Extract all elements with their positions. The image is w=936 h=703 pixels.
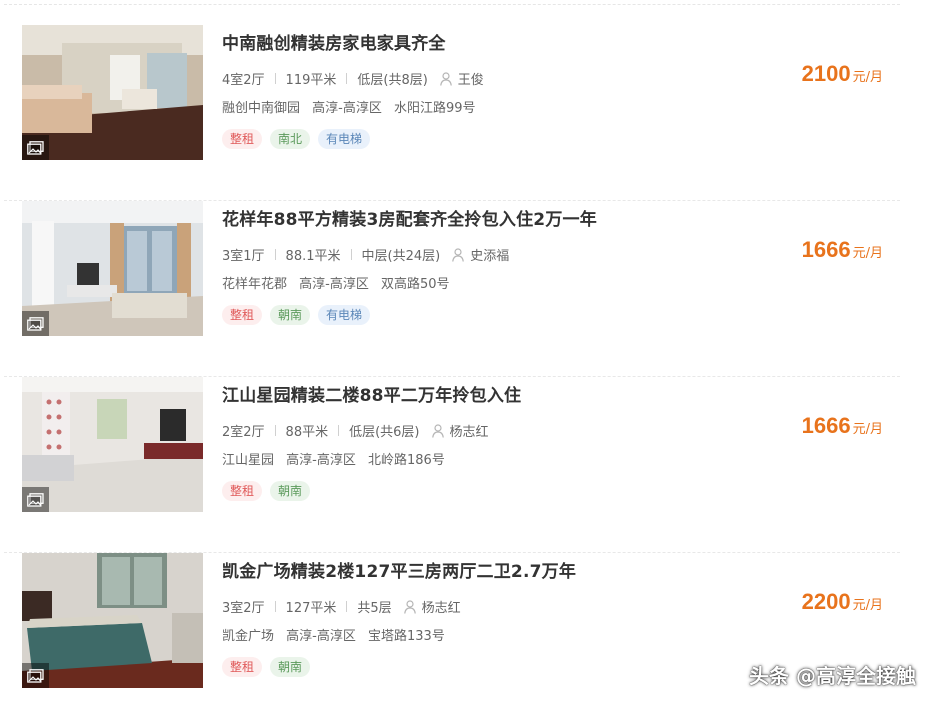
listing-price: 2100 元/月 — [802, 61, 883, 87]
tag-elevator: 有电梯 — [318, 305, 371, 325]
meta-divider — [274, 425, 276, 436]
floor-area: 119平米 — [285, 73, 337, 88]
tag-orientation: 朝南 — [270, 305, 311, 325]
top-divider — [4, 4, 900, 6]
listing-item: 花样年88平方精装3房配套齐全拎包入住2万一年 3室1厅 88.1平米 中层(共… — [0, 201, 905, 377]
price-unit: 元/月 — [852, 422, 883, 437]
price-value: 1666 — [801, 237, 851, 262]
listing-address: 融创中南御园 高淳-高淳区 水阳江路99号 — [222, 97, 484, 116]
agent-name[interactable]: 史添福 — [470, 245, 509, 264]
tag-orientation: 朝南 — [270, 657, 311, 677]
listing-address: 凯金广场 高淳-高淳区 宝塔路133号 — [222, 625, 453, 644]
living-room-photo — [22, 25, 203, 160]
image-gallery-icon[interactable] — [22, 663, 49, 688]
listing-photo[interactable] — [22, 201, 203, 336]
listing-tags: 整租 朝南 — [222, 657, 311, 677]
meta-divider — [350, 249, 352, 260]
meta-divider — [274, 601, 276, 612]
agent-name[interactable]: 王俊 — [458, 69, 484, 88]
image-gallery-icon[interactable] — [22, 311, 49, 336]
room-layout: 3室2厅 — [222, 601, 265, 616]
street-address: 宝塔路133号 — [368, 629, 445, 644]
meta-divider — [274, 73, 276, 84]
tag-orientation: 南北 — [270, 129, 311, 149]
floor-area: 127平米 — [285, 601, 337, 616]
floor-level: 共5层 — [357, 601, 392, 616]
meta-divider — [338, 425, 340, 436]
street-address: 水阳江路99号 — [394, 101, 476, 116]
community-name[interactable]: 凯金广场 — [222, 629, 274, 644]
listing-meta: 4室2厅 119平米 低层(共8层) 王俊 — [222, 69, 484, 88]
listing-meta: 2室2厅 88平米 低层(共6层) 杨志红 — [222, 421, 489, 440]
price-value: 1666 — [801, 413, 851, 438]
community-name[interactable]: 融创中南御园 — [222, 101, 300, 116]
agent-name[interactable]: 杨志红 — [450, 421, 489, 440]
listing-photo[interactable] — [22, 25, 203, 160]
district-name[interactable]: 高淳-高淳区 — [312, 101, 382, 116]
district-name[interactable]: 高淳-高淳区 — [286, 629, 356, 644]
tag-rent-type: 整租 — [222, 481, 263, 501]
district-name[interactable]: 高淳-高淳区 — [286, 453, 356, 468]
price-value: 2100 — [801, 61, 851, 86]
listing-price: 1666 元/月 — [802, 413, 883, 439]
street-address: 双高路50号 — [381, 277, 450, 292]
listing-photo[interactable] — [22, 377, 203, 512]
person-icon — [439, 71, 452, 86]
room-layout: 2室2厅 — [222, 425, 265, 440]
price-unit: 元/月 — [852, 70, 883, 85]
living-room-photo — [22, 377, 203, 512]
watermark: 头条 @高淳全接触 — [749, 664, 916, 688]
district-name[interactable]: 高淳-高淳区 — [299, 277, 369, 292]
listing-meta: 3室1厅 88.1平米 中层(共24层) 史添福 — [222, 245, 509, 264]
room-layout: 4室2厅 — [222, 73, 265, 88]
bedroom-photo — [22, 553, 203, 688]
floor-area: 88.1平米 — [285, 249, 341, 264]
listing-item: 江山星园精装二楼88平二万年拎包入住 2室2厅 88平米 低层(共6层) 杨志红… — [0, 377, 905, 553]
community-name[interactable]: 花样年花郡 — [222, 277, 287, 292]
meta-divider — [346, 601, 348, 612]
price-unit: 元/月 — [852, 246, 883, 261]
meta-divider — [274, 249, 276, 260]
room-layout: 3室1厅 — [222, 249, 265, 264]
listing-price: 1666 元/月 — [802, 237, 883, 263]
street-address: 北岭路186号 — [368, 453, 445, 468]
floor-level: 低层(共6层) — [349, 425, 420, 440]
meta-divider — [346, 73, 348, 84]
listing-page: 中南融创精装房家电家具齐全 4室2厅 119平米 低层(共8层) 王俊 融创中南… — [0, 0, 936, 703]
image-gallery-icon[interactable] — [22, 487, 49, 512]
tag-elevator: 有电梯 — [318, 129, 371, 149]
person-icon — [403, 599, 416, 614]
listing-address: 江山星园 高淳-高淳区 北岭路186号 — [222, 449, 453, 468]
person-icon — [452, 247, 464, 262]
listing-photo[interactable] — [22, 553, 203, 688]
tag-orientation: 朝南 — [270, 481, 311, 501]
price-unit: 元/月 — [852, 598, 883, 613]
tag-rent-type: 整租 — [222, 305, 263, 325]
agent-name[interactable]: 杨志红 — [422, 597, 461, 616]
floor-area: 88平米 — [285, 425, 329, 440]
listing-tags: 整租 朝南 有电梯 — [222, 305, 371, 325]
living-room-photo — [22, 201, 203, 336]
person-icon — [431, 423, 444, 438]
price-value: 2200 — [801, 589, 851, 614]
floor-level: 低层(共8层) — [357, 73, 428, 88]
floor-level: 中层(共24层) — [361, 249, 441, 264]
listing-title[interactable]: 中南融创精装房家电家具齐全 — [222, 29, 446, 54]
listing-tags: 整租 南北 有电梯 — [222, 129, 371, 149]
image-gallery-icon[interactable] — [22, 135, 49, 160]
listing-title[interactable]: 凯金广场精装2楼127平三房两厅二卫2.7万年 — [222, 557, 576, 582]
listing-title[interactable]: 花样年88平方精装3房配套齐全拎包入住2万一年 — [222, 205, 597, 230]
listing-meta: 3室2厅 127平米 共5层 杨志红 — [222, 597, 461, 616]
listing-item: 中南融创精装房家电家具齐全 4室2厅 119平米 低层(共8层) 王俊 融创中南… — [0, 25, 905, 201]
tag-rent-type: 整租 — [222, 657, 263, 677]
community-name[interactable]: 江山星园 — [222, 453, 274, 468]
tag-rent-type: 整租 — [222, 129, 263, 149]
listing-address: 花样年花郡 高淳-高淳区 双高路50号 — [222, 273, 458, 292]
listing-price: 2200 元/月 — [802, 589, 883, 615]
listing-title[interactable]: 江山星园精装二楼88平二万年拎包入住 — [222, 381, 521, 406]
listing-tags: 整租 朝南 — [222, 481, 311, 501]
